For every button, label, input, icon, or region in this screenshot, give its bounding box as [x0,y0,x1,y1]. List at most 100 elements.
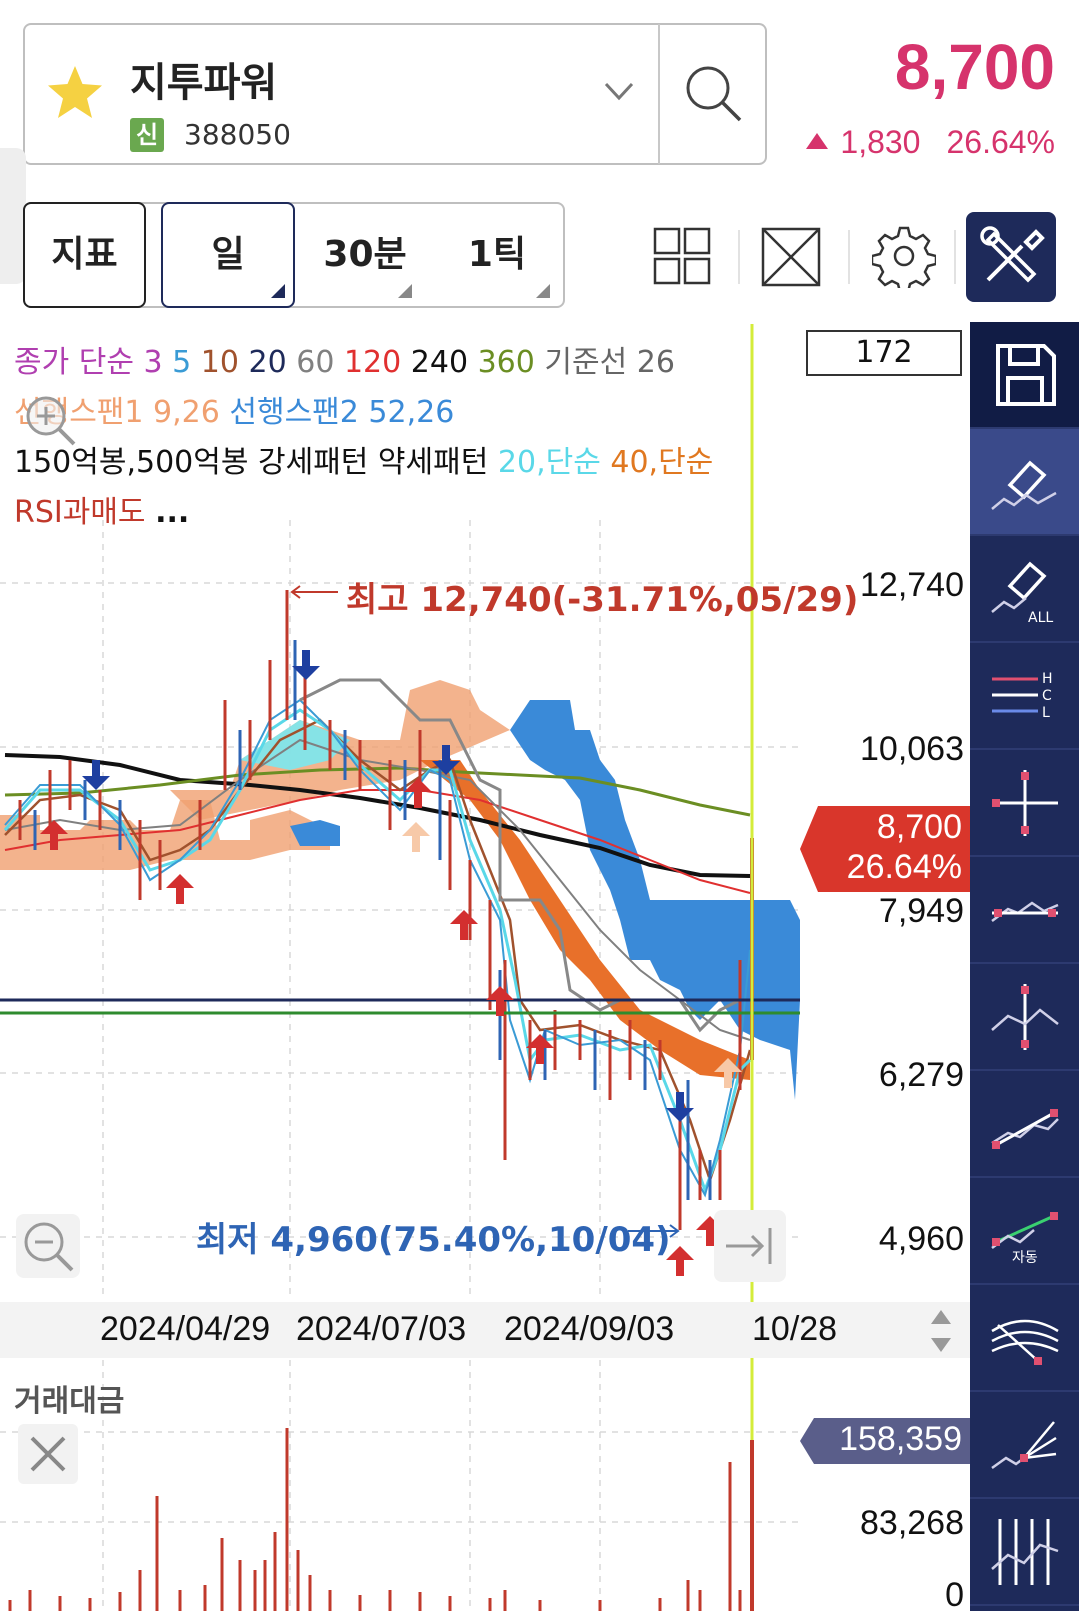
svg-text:L: L [1042,705,1050,721]
current-tag-percent: 26.64% [846,848,962,886]
high-annotation: 최고 12,740(-31.71%,05/29) [346,580,859,620]
legend-ma-120: 120 [343,345,402,380]
visible-period-count[interactable]: 172 [806,330,962,376]
volume-title: 거래대금 [14,1384,125,1419]
legend-row-2: 선행스팬1 9,26 선행스팬2 52,26 [14,388,713,438]
volume-axis-label: 83,268 [860,1504,964,1542]
svg-text:C: C [1042,688,1052,704]
grid-layout-icon[interactable] [652,226,712,286]
ichimoku-cloud [0,680,800,1100]
save-icon [996,344,1056,406]
zoom-out-icon [24,1222,74,1272]
eraser-icon [991,460,1057,510]
indicator-button[interactable]: 지표 [23,202,146,308]
drawing-tools-button[interactable] [966,212,1056,302]
resize-arrows-icon[interactable] [912,1304,970,1358]
gear-icon[interactable] [872,224,936,288]
legend-row-3: 150억봉,500억봉 강세패턴 약세패턴 20,단순 40,단순 [14,438,713,488]
corner-triangle-icon [536,284,550,298]
horizontal-line-icon [991,901,1059,922]
legend-pattern: 150억봉,500억봉 강세패턴 약세패턴 [14,445,489,480]
fullscreen-icon[interactable] [760,226,822,288]
date-axis-label: 2024/09/03 [504,1310,675,1348]
date-axis-label: 2024/04/29 [100,1310,271,1348]
eraser-all-button[interactable]: ALL [970,536,1079,643]
crosshair-icon [992,770,1058,836]
legend-span-2: 선행스팬2 52,26 [229,395,455,430]
stock-name: 지투파워 [130,60,278,106]
price-axis-label: 10,063 [860,730,964,768]
legend-ma-240: 240 [410,345,469,380]
grid-lines-icon [991,1519,1059,1585]
current-tag-price: 8,700 [876,808,962,846]
save-button[interactable] [970,322,1079,429]
volume-axis-label: 0 [945,1576,964,1611]
legend-ma-60: 60 [296,345,335,380]
close-volume-button[interactable] [18,1424,78,1484]
legend-ma-20: 20 [248,345,287,380]
legend-ma-20-simple: 20,단순 [497,445,601,480]
date-axis-label: 2024/07/03 [296,1310,467,1348]
price-axis-label: 12,740 [860,566,964,604]
svg-text:자동: 자동 [1012,1250,1038,1266]
chart-grid [0,520,800,1611]
stock-code: 388050 [184,118,291,151]
price-axis-label: 4,960 [878,1220,964,1258]
divider [738,230,740,284]
date-axis-label: 10/28 [752,1310,838,1348]
close-icon [30,1436,66,1472]
period-tick-label: 1틱 [467,234,527,275]
volume-tag-value: 158,359 [839,1420,962,1458]
hcl-line-button[interactable]: H C L [970,643,1079,750]
period-day-button[interactable]: 일 [161,202,295,308]
price-axis-label: 6,279 [878,1056,964,1094]
current-price: 8,700 [894,31,1055,103]
jump-to-latest-button[interactable] [714,1210,786,1282]
divider [848,230,850,284]
period-day-label: 일 [211,234,245,275]
tools-icon [980,226,1045,283]
volume-value-tag: 158,359 [800,1418,970,1464]
svg-text:H: H [1042,671,1053,687]
eraser-button[interactable] [970,429,1079,536]
corner-triangle-icon [398,284,412,298]
chevron-down-icon[interactable] [604,80,634,102]
jump-to-end-icon [726,1228,772,1264]
legend-close-ma: 종가 단순 [14,345,134,380]
volume-bars [8,1428,754,1611]
fan-lines-button[interactable] [970,1392,1079,1499]
legend-base-line: 기준선 26 [544,345,675,380]
legend-ma-360: 360 [477,345,535,380]
indicator-legend[interactable]: 종가 단순 3 5 10 20 60 120 240 360 기준선 26 선행… [14,338,713,538]
drawing-toolbar: ALL H C L 자동 [970,322,1079,1611]
zoom-out-button[interactable] [16,1214,80,1278]
vertical-line-button[interactable] [970,964,1079,1071]
search-icon[interactable] [682,62,746,126]
period-30min-label: 30분 [323,234,407,275]
period-tick-button[interactable]: 1틱 [432,202,562,308]
legend-more: ... [155,495,190,530]
legend-rsi-oversold: RSI과매도 [14,495,146,530]
legend-ma-10: 10 [200,345,239,380]
zoom-in-icon[interactable] [18,388,82,452]
legend-ma-40-simple: 40,단순 [610,445,714,480]
period-30min-button[interactable]: 30분 [300,202,430,308]
price-axis-label: 7,949 [878,892,964,930]
up-triangle-icon [806,133,829,149]
trend-line-button[interactable] [970,1071,1079,1178]
grid-lines-button[interactable] [970,1499,1079,1606]
favorite-star-icon[interactable] [44,62,106,124]
current-price-tag: 8,700 26.64% [800,806,970,892]
legend-ma-3: 3 [143,345,163,380]
fan-arc-icon [991,1319,1059,1365]
change-amount: 1,830 [840,124,921,160]
fan-arc-button[interactable] [970,1285,1079,1392]
divider [658,24,660,164]
price-change: 1,830 26.64% [806,124,1055,161]
eraser-all-icon: ALL [991,561,1053,626]
auto-trend-button[interactable]: 자동 [970,1178,1079,1285]
change-percent: 26.64% [946,124,1055,160]
crosshair-button[interactable] [970,750,1079,857]
horizontal-line-button[interactable] [970,857,1079,964]
corner-triangle-icon [271,284,285,298]
